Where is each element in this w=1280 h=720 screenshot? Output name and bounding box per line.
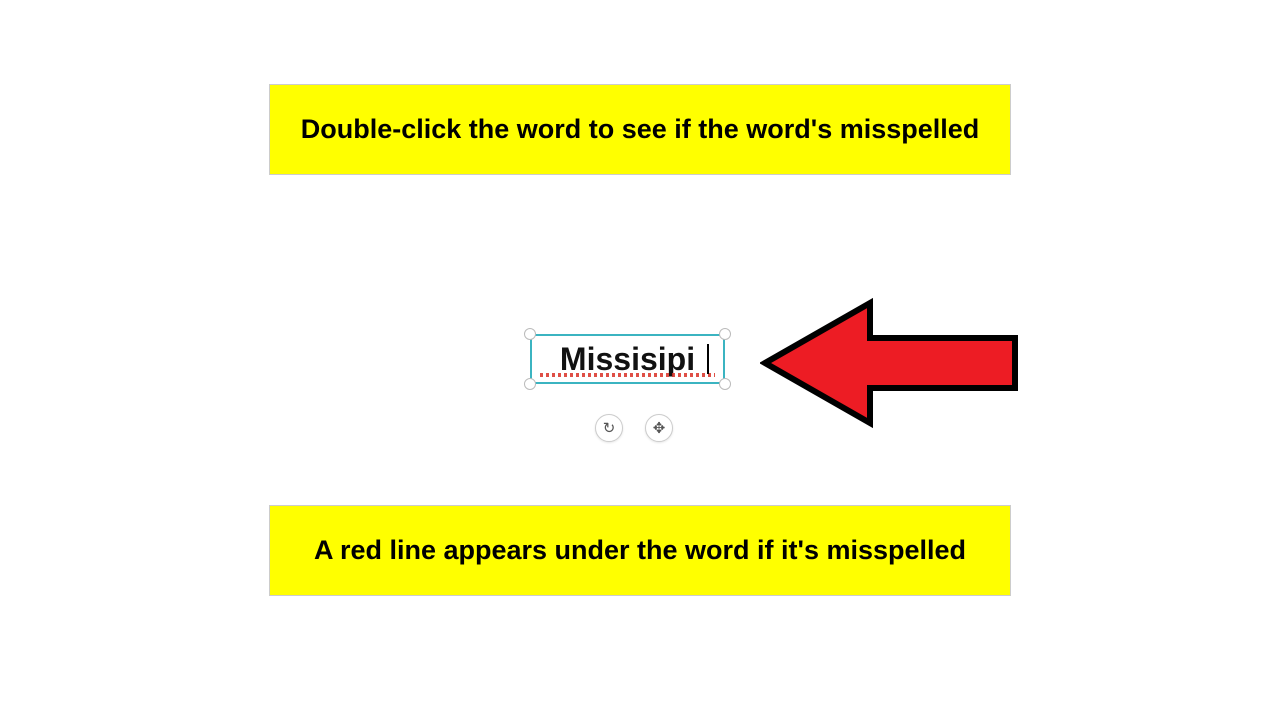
instruction-callout-top: Double-click the word to see if the word… xyxy=(269,84,1011,175)
rotate-button[interactable]: ↻ xyxy=(595,414,623,442)
arrow-icon xyxy=(760,288,1020,438)
textbox-toolbar: ↻ ✥ xyxy=(595,414,673,442)
pointer-arrow xyxy=(760,288,1020,443)
resize-handle-top-left[interactable] xyxy=(524,328,536,340)
misspelled-word[interactable]: Missisipi xyxy=(560,343,695,375)
text-cursor xyxy=(707,344,709,374)
selected-textbox[interactable]: Missisipi xyxy=(530,334,725,384)
rotate-icon: ↻ xyxy=(603,419,616,437)
callout-bottom-text: A red line appears under the word if it'… xyxy=(314,535,966,565)
move-button[interactable]: ✥ xyxy=(645,414,673,442)
instruction-callout-bottom: A red line appears under the word if it'… xyxy=(269,505,1011,596)
callout-top-text: Double-click the word to see if the word… xyxy=(301,114,980,144)
move-icon: ✥ xyxy=(653,419,666,437)
resize-handle-bottom-left[interactable] xyxy=(524,378,536,390)
resize-handle-bottom-right[interactable] xyxy=(719,378,731,390)
resize-handle-top-right[interactable] xyxy=(719,328,731,340)
textbox-frame[interactable]: Missisipi xyxy=(530,334,725,384)
spellcheck-underline xyxy=(540,373,715,377)
